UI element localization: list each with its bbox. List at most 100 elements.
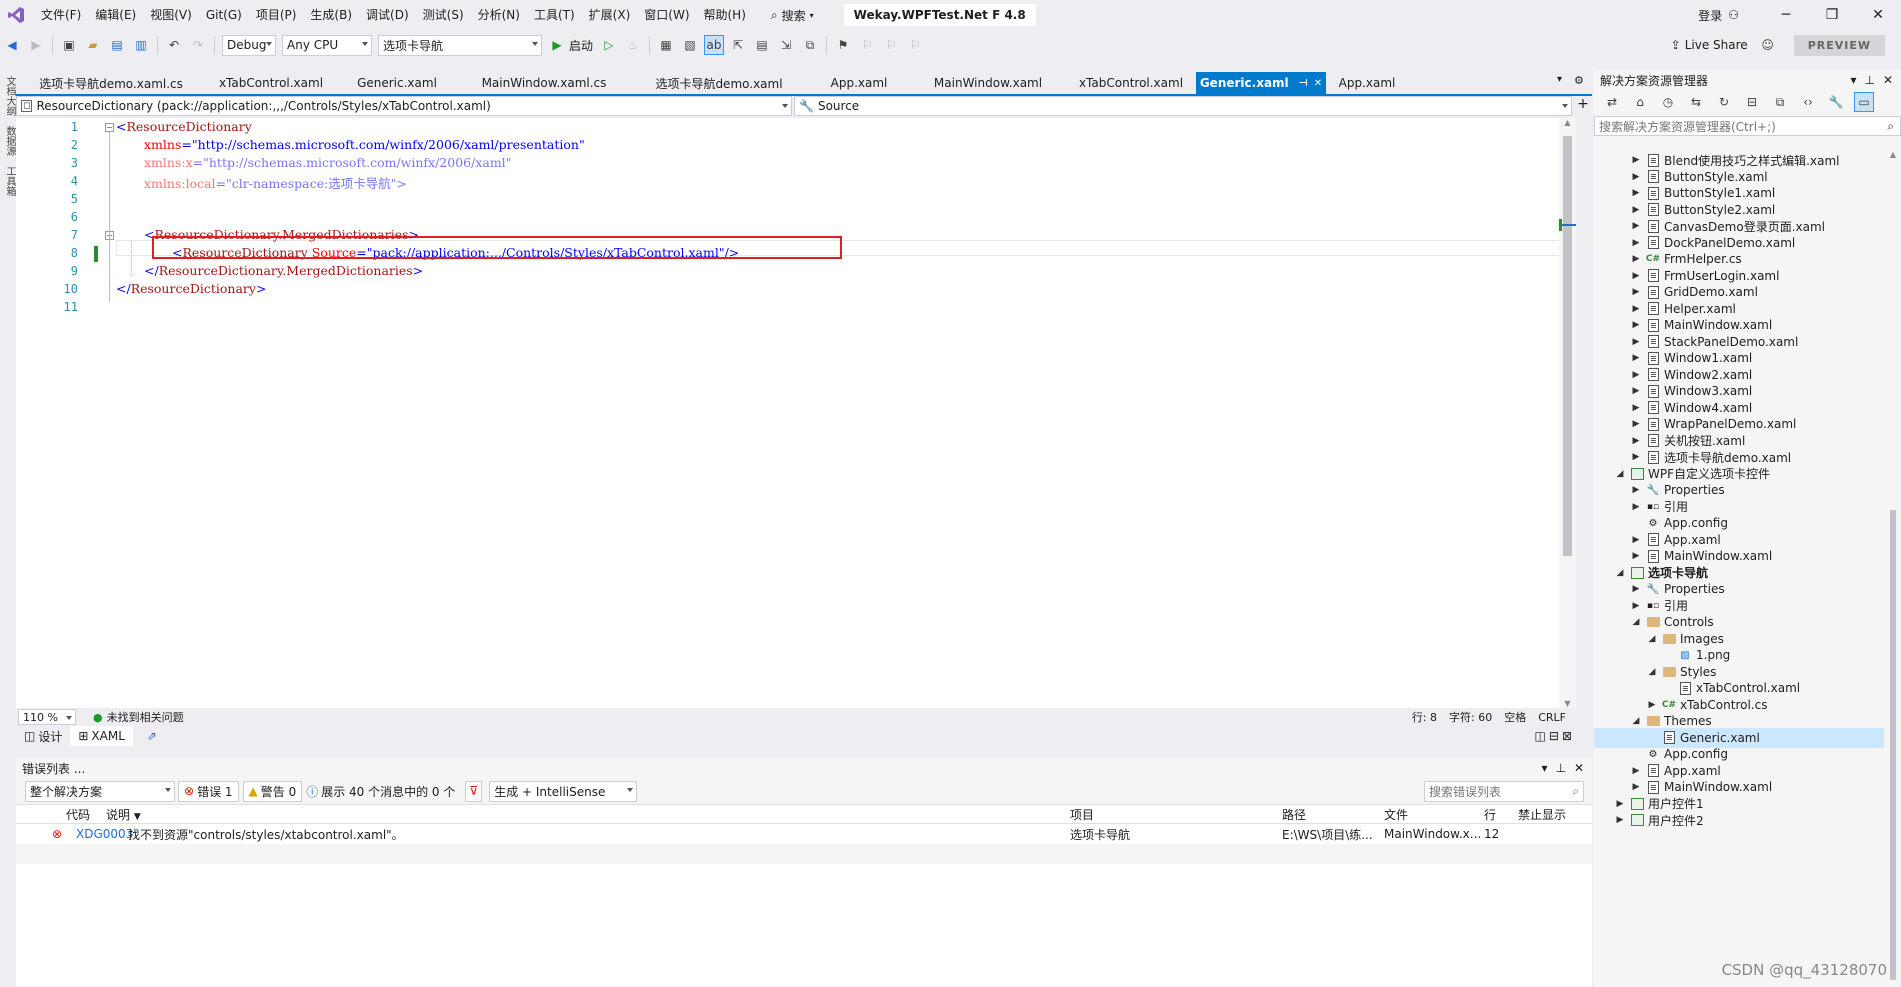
menu-item[interactable]: 分析(N) bbox=[471, 0, 527, 30]
expand-chevron-icon[interactable]: ▶ bbox=[1630, 419, 1642, 429]
code-editor[interactable]: 1 2 3 4 5 6 7 8 9 10 11 − − <ResourceDic… bbox=[16, 118, 1576, 708]
error-search-input[interactable]: 搜索错误列表 ⌕ bbox=[1424, 780, 1584, 802]
minimize-button[interactable]: ─ bbox=[1763, 0, 1809, 30]
horizontal-split-icon[interactable]: ⊟ bbox=[1549, 729, 1559, 743]
column-header-description[interactable]: 说明 ▼ bbox=[106, 806, 141, 823]
home-icon[interactable]: ⌂ bbox=[1630, 92, 1650, 112]
expand-chevron-icon[interactable]: ▶ bbox=[1630, 304, 1642, 314]
settings-gear-icon[interactable]: ⚙ bbox=[1574, 74, 1584, 87]
whitespace-indicator[interactable]: 空格 bbox=[1504, 709, 1526, 725]
open-folder-icon[interactable]: ▰ bbox=[83, 35, 103, 55]
live-share-button[interactable]: ⇪ Live Share bbox=[1663, 38, 1756, 52]
menu-item[interactable]: 文件(F) bbox=[34, 0, 88, 30]
display-layout-adorners-icon[interactable]: ▤ bbox=[752, 35, 772, 55]
expand-chevron-icon[interactable]: ▶ bbox=[1630, 271, 1642, 281]
configuration-dropdown[interactable]: Debug bbox=[222, 34, 276, 56]
menu-item[interactable]: 工具(T) bbox=[527, 0, 582, 30]
line-indicator[interactable]: 行: 8 bbox=[1412, 709, 1437, 725]
document-tab[interactable]: xTabControl.xaml bbox=[206, 72, 336, 94]
line-ending-indicator[interactable]: CRLF bbox=[1538, 711, 1566, 724]
switch-views-icon[interactable]: ⇆ bbox=[1686, 92, 1706, 112]
column-header-file[interactable]: 文件 bbox=[1384, 806, 1408, 823]
refresh-icon[interactable]: ↻ bbox=[1714, 92, 1734, 112]
scroll-thumb[interactable] bbox=[1563, 136, 1572, 556]
vertical-split-icon[interactable]: ◫ bbox=[1535, 729, 1546, 743]
split-editor-icon[interactable]: + bbox=[1574, 96, 1592, 118]
start-without-debugging-icon[interactable]: ▷ bbox=[599, 35, 619, 55]
column-header-project[interactable]: 项目 bbox=[1070, 806, 1094, 823]
expand-chevron-icon[interactable]: ▶ bbox=[1630, 353, 1642, 363]
expand-chevron-icon[interactable]: ▶ bbox=[1614, 815, 1626, 825]
char-indicator[interactable]: 字符: 60 bbox=[1449, 709, 1492, 725]
view-code-icon[interactable]: ‹› bbox=[1798, 92, 1818, 112]
pin-icon[interactable]: ⊥ bbox=[1555, 761, 1565, 775]
expand-chevron-icon[interactable]: ▶ bbox=[1630, 403, 1642, 413]
menu-item[interactable]: 窗口(W) bbox=[637, 0, 696, 30]
expand-chevron-icon[interactable]: ▶ bbox=[1630, 386, 1642, 396]
collapse-chevron-icon[interactable]: ◢ bbox=[1614, 568, 1626, 578]
expand-chevron-icon[interactable]: ▶ bbox=[1630, 584, 1642, 594]
layout-icon[interactable]: ▧ bbox=[680, 35, 700, 55]
expand-chevron-icon[interactable]: ▶ bbox=[1630, 188, 1642, 198]
collapse-chevron-icon[interactable]: ◢ bbox=[1630, 617, 1642, 627]
tab-list-dropdown-icon[interactable]: ▾ bbox=[1557, 74, 1562, 85]
expand-chevron-icon[interactable]: ▶ bbox=[1630, 766, 1642, 776]
column-header-suppression[interactable]: 禁止显示 bbox=[1518, 806, 1566, 823]
search-button[interactable]: ⌕ 搜索 ▾ bbox=[763, 7, 822, 24]
expand-chevron-icon[interactable]: ▶ bbox=[1630, 782, 1642, 792]
preview-selected-icon[interactable]: ▭ bbox=[1854, 92, 1874, 112]
popout-icon[interactable]: ⇗ bbox=[147, 729, 157, 743]
menu-item[interactable]: 生成(B) bbox=[303, 0, 359, 30]
zoom-dropdown[interactable]: 110 % bbox=[18, 709, 76, 725]
filter-icon[interactable]: ⊽ bbox=[465, 780, 483, 802]
expand-chevron-icon[interactable]: ▶ bbox=[1630, 155, 1642, 165]
document-tab[interactable]: Generic.xaml bbox=[336, 72, 458, 94]
expand-chevron-icon[interactable]: ▶ bbox=[1630, 172, 1642, 182]
expand-chevron-icon[interactable]: ▶ bbox=[1630, 254, 1642, 264]
expand-chevron-icon[interactable]: ▶ bbox=[1630, 320, 1642, 330]
menu-item[interactable]: 帮助(H) bbox=[697, 0, 753, 30]
pin-icon[interactable]: ⊥ bbox=[1864, 73, 1874, 87]
document-tab[interactable]: MainWindow.xaml.cs bbox=[458, 72, 630, 94]
expand-chevron-icon[interactable]: ▶ bbox=[1630, 551, 1642, 561]
column-header-line[interactable]: 行 bbox=[1484, 806, 1496, 823]
expand-chevron-icon[interactable]: ▶ bbox=[1630, 287, 1642, 297]
scroll-down-icon[interactable]: ▼ bbox=[1559, 699, 1576, 708]
document-tab[interactable]: xTabControl.xaml bbox=[1066, 72, 1196, 94]
forward-icon[interactable]: ▶ bbox=[26, 35, 46, 55]
expand-chevron-icon[interactable]: ▶ bbox=[1630, 370, 1642, 380]
expand-chevron-icon[interactable]: ▶ bbox=[1646, 700, 1658, 710]
issues-status[interactable]: 未找到相关问题 bbox=[107, 709, 184, 725]
document-outline-tab[interactable]: 文档大纲 bbox=[2, 76, 17, 116]
expand-chevron-icon[interactable]: ▶ bbox=[1630, 436, 1642, 446]
save-icon[interactable]: ▤ bbox=[107, 35, 127, 55]
track-focus-icon[interactable]: ⇲ bbox=[776, 35, 796, 55]
back-icon[interactable]: ◀ bbox=[2, 35, 22, 55]
member-dropdown[interactable]: 🔧 Source bbox=[794, 96, 1572, 116]
startup-project-dropdown[interactable]: 选项卡导航 bbox=[378, 34, 542, 56]
element-dropdown[interactable]: ◻ ResourceDictionary (pack://application… bbox=[16, 96, 792, 116]
document-tab[interactable]: Generic.xaml ⊣ ✕ bbox=[1196, 72, 1326, 94]
column-header-path[interactable]: 路径 bbox=[1282, 806, 1306, 823]
menu-item[interactable]: 编辑(E) bbox=[88, 0, 143, 30]
panel-close-icon[interactable]: ✕ bbox=[1574, 761, 1584, 775]
panel-dropdown-icon[interactable]: ▾ bbox=[1850, 73, 1856, 87]
show-all-files-icon[interactable]: ⧉ bbox=[1770, 92, 1790, 112]
pin-tab-icon[interactable]: ⊣ bbox=[1299, 78, 1308, 89]
properties-wrench-icon[interactable]: 🔧 bbox=[1826, 92, 1846, 112]
collapse-toggle-icon[interactable]: − bbox=[105, 123, 114, 132]
collapse-chevron-icon[interactable]: ◢ bbox=[1614, 469, 1626, 479]
clear-bookmarks-icon[interactable]: ⚐ bbox=[905, 35, 925, 55]
expand-chevron-icon[interactable]: ▶ bbox=[1630, 485, 1642, 495]
close-tab-icon[interactable]: ✕ bbox=[1314, 78, 1322, 89]
build-filter-dropdown[interactable]: 生成 + IntelliSense bbox=[489, 780, 638, 802]
start-label[interactable]: 启动 bbox=[569, 37, 593, 54]
document-tab[interactable]: 选项卡导航demo.xaml.cs bbox=[16, 72, 206, 94]
collapse-chevron-icon[interactable]: ◢ bbox=[1630, 716, 1642, 726]
document-tab[interactable]: 选项卡导航demo.xaml bbox=[630, 72, 808, 94]
hot-reload-icon[interactable]: ♨ bbox=[623, 35, 643, 55]
undo-icon[interactable]: ↶ bbox=[164, 35, 184, 55]
messages-filter-button[interactable]: ⓘ 展示 40 个消息中的 0 个 bbox=[306, 783, 455, 800]
errors-filter-button[interactable]: ⊗ 错误 1 bbox=[178, 780, 239, 802]
history-icon[interactable]: ◷ bbox=[1658, 92, 1678, 112]
